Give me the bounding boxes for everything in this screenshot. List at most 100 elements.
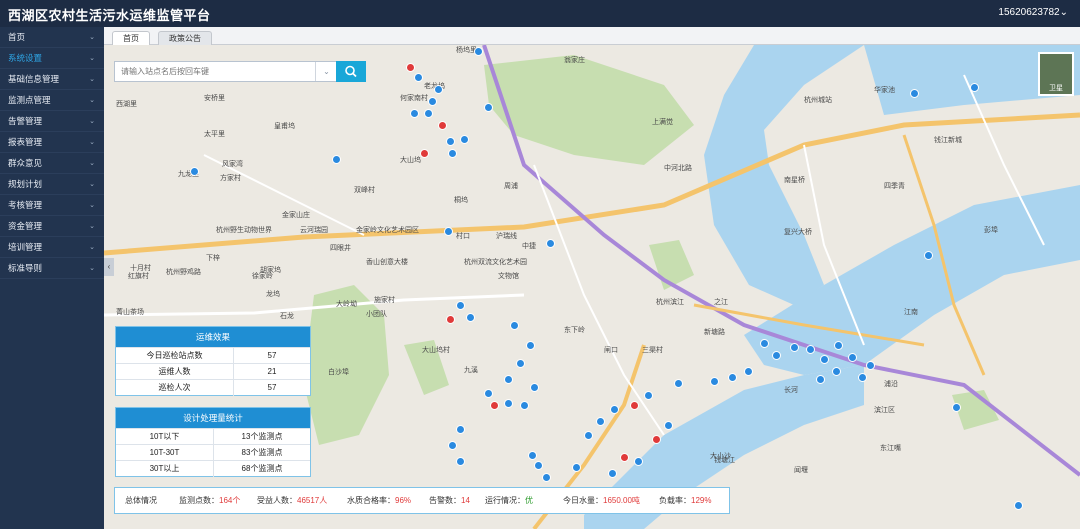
sidebar-item-standards[interactable]: 标准导则 ⌄ [0, 258, 104, 279]
chevron-down-icon: ⌄ [89, 223, 95, 230]
monitor-point-marker[interactable] [664, 421, 673, 430]
monitor-point-marker[interactable] [790, 343, 799, 352]
sidebar-item-assessment[interactable]: 考核管理 ⌄ [0, 195, 104, 216]
search-input[interactable] [115, 62, 315, 81]
monitor-point-marker[interactable] [456, 301, 465, 310]
monitor-point-marker[interactable] [760, 339, 769, 348]
sidebar-item-label: 规划计划 [8, 179, 43, 189]
monitor-point-marker[interactable] [474, 47, 483, 56]
monitor-point-marker[interactable] [504, 399, 513, 408]
sidebar-item-public-opinion[interactable]: 群众意见 ⌄ [0, 153, 104, 174]
monitor-point-marker[interactable] [546, 239, 555, 248]
summary-beneficiary: 受益人数：46517人 [257, 488, 327, 513]
monitor-point-marker[interactable] [484, 389, 493, 398]
sidebar-item-label: 监测点管理 [8, 95, 51, 105]
monitor-point-marker[interactable] [806, 345, 815, 354]
monitor-point-marker[interactable] [674, 379, 683, 388]
monitor-point-marker[interactable] [820, 355, 829, 364]
monitor-point-marker[interactable] [410, 109, 419, 118]
monitor-point-marker[interactable] [610, 405, 619, 414]
tab-home[interactable]: 首页 [112, 31, 150, 45]
monitor-point-marker[interactable] [634, 457, 643, 466]
monitor-point-marker[interactable] [584, 431, 593, 440]
monitor-point-marker[interactable] [910, 89, 919, 98]
monitor-point-marker[interactable] [446, 137, 455, 146]
monitor-point-marker[interactable] [424, 109, 433, 118]
alarm-point-marker[interactable] [490, 401, 499, 410]
monitor-point-marker[interactable] [460, 135, 469, 144]
monitor-point-marker[interactable] [456, 425, 465, 434]
sidebar-item-home[interactable]: 首页 ⌄ [0, 27, 104, 48]
monitor-point-marker[interactable] [528, 451, 537, 460]
table-row: 30T以上 68个监测点 [116, 460, 310, 477]
monitor-point-marker[interactable] [534, 461, 543, 470]
alarm-point-marker[interactable] [446, 315, 455, 324]
map-label: 江南 [904, 309, 918, 316]
sidebar-item-funds[interactable]: 资金管理 ⌄ [0, 216, 104, 237]
alarm-point-marker[interactable] [438, 121, 447, 130]
sidebar-item-monitor-points[interactable]: 监测点管理 ⌄ [0, 90, 104, 111]
monitor-point-marker[interactable] [504, 375, 513, 384]
monitor-point-marker[interactable] [190, 167, 199, 176]
monitor-point-marker[interactable] [466, 313, 475, 322]
sidebar-item-system-settings[interactable]: 系统设置 ⌄ [0, 48, 104, 69]
monitor-point-marker[interactable] [572, 463, 581, 472]
map-label: 大小沙 [710, 453, 731, 460]
satellite-layer-toggle[interactable]: 卫星 [1038, 52, 1074, 96]
unit: 个 [232, 496, 241, 505]
monitor-point-marker[interactable] [866, 361, 875, 370]
monitor-point-marker[interactable] [448, 149, 457, 158]
monitor-point-marker[interactable] [848, 353, 857, 362]
monitor-point-marker[interactable] [530, 383, 539, 392]
monitor-point-marker[interactable] [542, 473, 551, 482]
map-label: 闻堰 [794, 467, 808, 474]
alarm-point-marker[interactable] [652, 435, 661, 444]
monitor-point-marker[interactable] [816, 375, 825, 384]
monitor-point-marker[interactable] [832, 367, 841, 376]
sidebar-item-label: 标准导则 [8, 263, 43, 273]
alarm-point-marker[interactable] [420, 149, 429, 158]
monitor-point-marker[interactable] [516, 359, 525, 368]
monitor-point-marker[interactable] [510, 321, 519, 330]
chevron-down-icon: ⌄ [89, 181, 95, 188]
sidebar-item-planning[interactable]: 规划计划 ⌄ [0, 174, 104, 195]
monitor-point-marker[interactable] [744, 367, 753, 376]
monitor-point-marker[interactable] [834, 341, 843, 350]
monitor-point-marker[interactable] [526, 341, 535, 350]
monitor-point-marker[interactable] [644, 391, 653, 400]
monitor-point-marker[interactable] [728, 373, 737, 382]
alarm-point-marker[interactable] [620, 453, 629, 462]
monitor-point-marker[interactable] [596, 417, 605, 426]
monitor-point-marker[interactable] [484, 103, 493, 112]
monitor-point-marker[interactable] [414, 73, 423, 82]
tab-policy[interactable]: 政策公告 [158, 31, 212, 45]
chevron-down-icon[interactable]: ⌄ [315, 62, 337, 81]
alarm-point-marker[interactable] [630, 401, 639, 410]
monitor-point-marker[interactable] [924, 251, 933, 260]
sidebar-item-basic-info[interactable]: 基础信息管理 ⌄ [0, 69, 104, 90]
monitor-point-marker[interactable] [1014, 501, 1023, 510]
sidebar-item-training[interactable]: 培训管理 ⌄ [0, 237, 104, 258]
sidebar-item-alarms[interactable]: 告警管理 ⌄ [0, 111, 104, 132]
monitor-point-marker[interactable] [444, 227, 453, 236]
map-view[interactable]: 杨坞里 老龙坞 翁家庄 何家南村 上满觉 大山坞 周浦 西湖里 安桥里 皇甫坞 … [104, 45, 1080, 529]
sidebar-item-reports[interactable]: 报表管理 ⌄ [0, 132, 104, 153]
monitor-point-marker[interactable] [772, 351, 781, 360]
monitor-point-marker[interactable] [428, 97, 437, 106]
monitor-point-marker[interactable] [858, 373, 867, 382]
monitor-point-marker[interactable] [520, 401, 529, 410]
map-label: 长河 [784, 387, 798, 394]
monitor-point-marker[interactable] [608, 469, 617, 478]
monitor-point-marker[interactable] [332, 155, 341, 164]
monitor-point-marker[interactable] [448, 441, 457, 450]
monitor-point-marker[interactable] [970, 83, 979, 92]
monitor-point-marker[interactable] [952, 403, 961, 412]
monitor-point-marker[interactable] [434, 85, 443, 94]
user-menu[interactable]: 15620623782⌄ [998, 7, 1068, 18]
summary-load: 负载率：129% [659, 488, 711, 513]
alarm-point-marker[interactable] [406, 63, 415, 72]
monitor-point-marker[interactable] [710, 377, 719, 386]
sidebar-collapse-handle[interactable]: ‹ [104, 258, 114, 276]
search-button[interactable] [336, 61, 366, 82]
monitor-point-marker[interactable] [456, 457, 465, 466]
